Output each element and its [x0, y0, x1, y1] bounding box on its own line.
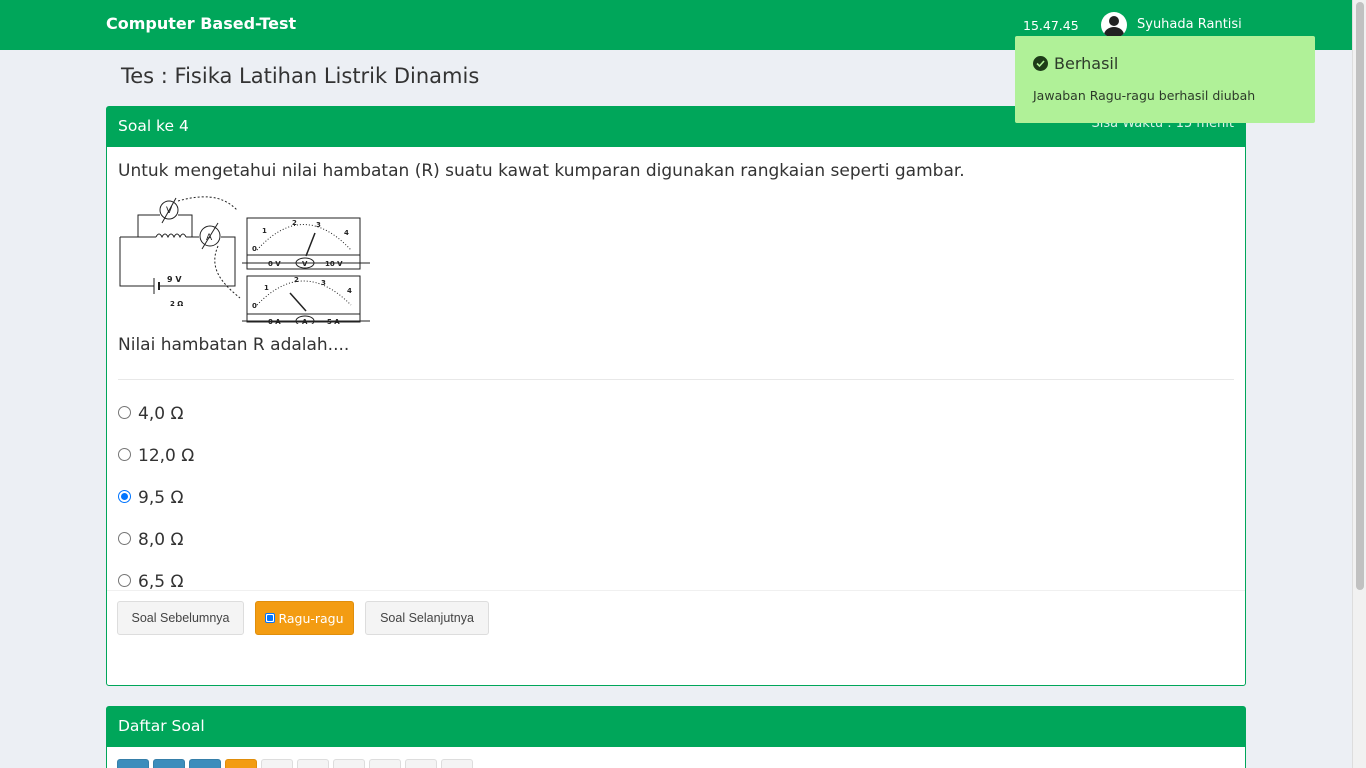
question-list-header: Daftar Soal: [107, 707, 1245, 747]
answer-option-c[interactable]: 9,5 Ω: [118, 486, 183, 510]
toast-message: Jawaban Ragu-ragu berhasil diubah: [1033, 88, 1256, 103]
question-nav-button-10[interactable]: [441, 759, 473, 768]
app-title[interactable]: Computer Based-Test: [106, 14, 296, 33]
question-nav-button-3[interactable]: [189, 759, 221, 768]
doubt-label: Ragu-ragu: [278, 610, 344, 626]
question-text: Untuk mengetahui nilai hambatan (R) suat…: [118, 161, 965, 181]
question-nav-button-7[interactable]: [333, 759, 365, 768]
clock: 15.47.45: [1023, 18, 1079, 33]
svg-text:V: V: [302, 260, 308, 268]
answer-label: 4,0 Ω: [138, 404, 184, 424]
question-footer: Soal Sebelumnya Ragu-ragu Soal Selanjutn…: [107, 590, 1245, 645]
radio-button[interactable]: [118, 405, 131, 419]
answer-label: 8,0 Ω: [138, 530, 184, 550]
question-nav-button-5[interactable]: [261, 759, 293, 768]
radio-button[interactable]: [118, 573, 131, 587]
svg-text:1: 1: [262, 227, 267, 235]
previous-question-button[interactable]: Soal Sebelumnya: [117, 601, 244, 635]
answer-label: 12,0 Ω: [138, 446, 195, 466]
svg-text:0: 0: [252, 245, 257, 253]
success-toast[interactable]: Berhasil Jawaban Ragu-ragu berhasil diub…: [1015, 36, 1315, 123]
svg-text:0: 0: [252, 302, 257, 310]
scrollbar-thumb[interactable]: [1356, 2, 1364, 590]
question-nav-button-8[interactable]: [369, 759, 401, 768]
answer-option-b[interactable]: 12,0 Ω: [118, 444, 194, 468]
svg-text:1: 1: [264, 284, 269, 292]
user-avatar-icon[interactable]: [1101, 12, 1127, 38]
svg-text:2: 2: [294, 276, 299, 284]
question-prompt: Nilai hambatan R adalah....: [118, 335, 350, 355]
svg-text:3: 3: [321, 279, 326, 287]
svg-text:3: 3: [316, 221, 321, 229]
svg-text:A: A: [302, 318, 308, 324]
question-number: Soal ke 4: [118, 117, 189, 135]
question-list-title: Daftar Soal: [118, 717, 205, 735]
page-scrollbar[interactable]: [1352, 0, 1366, 768]
radio-button[interactable]: [118, 447, 131, 461]
divider: [118, 379, 1234, 380]
question-nav-button-2[interactable]: [153, 759, 185, 768]
question-list-card: Daftar Soal: [106, 706, 1246, 768]
answer-label: 9,5 Ω: [138, 488, 184, 508]
voltmeter-max-label: 10 V: [325, 260, 343, 268]
check-circle-icon: [1033, 56, 1048, 71]
question-nav-button-9[interactable]: [405, 759, 437, 768]
question-nav-button-4[interactable]: [225, 759, 257, 768]
radio-button[interactable]: [118, 489, 131, 503]
voltmeter-symbol: V: [166, 206, 173, 216]
page-title: Tes : Fisika Latihan Listrik Dinamis: [121, 64, 480, 88]
internal-resistance: 2 Ω: [170, 300, 183, 308]
user-name[interactable]: Syuhada Rantisi: [1137, 17, 1242, 32]
radio-button[interactable]: [118, 531, 131, 545]
voltmeter-min-label: 0 V: [268, 260, 281, 268]
question-card: Soal ke 4 Sisa Waktu : 15 menit Untuk me…: [106, 106, 1246, 686]
circuit-diagram: V A 9 V 2 Ω 1 2 3 4 0 0 V V 10 V 1 2 3 4…: [119, 196, 370, 324]
ammeter-max-label: 5 A: [327, 318, 340, 324]
doubt-button[interactable]: Ragu-ragu: [255, 601, 354, 635]
svg-text:2: 2: [292, 219, 297, 227]
question-nav-button-1[interactable]: [117, 759, 149, 768]
next-question-button[interactable]: Soal Selanjutnya: [365, 601, 489, 635]
toast-title: Berhasil: [1054, 54, 1119, 73]
ammeter-min-label: 0 A: [268, 318, 281, 324]
answer-label: 6,5 Ω: [138, 572, 184, 592]
answer-option-d[interactable]: 8,0 Ω: [118, 528, 183, 552]
answer-option-a[interactable]: 4,0 Ω: [118, 402, 183, 426]
battery-voltage: 9 V: [167, 275, 182, 284]
doubt-checkbox[interactable]: [265, 613, 276, 623]
svg-text:4: 4: [344, 229, 349, 237]
ammeter-symbol: A: [206, 233, 213, 243]
question-nav-button-6[interactable]: [297, 759, 329, 768]
svg-text:4: 4: [347, 287, 352, 295]
